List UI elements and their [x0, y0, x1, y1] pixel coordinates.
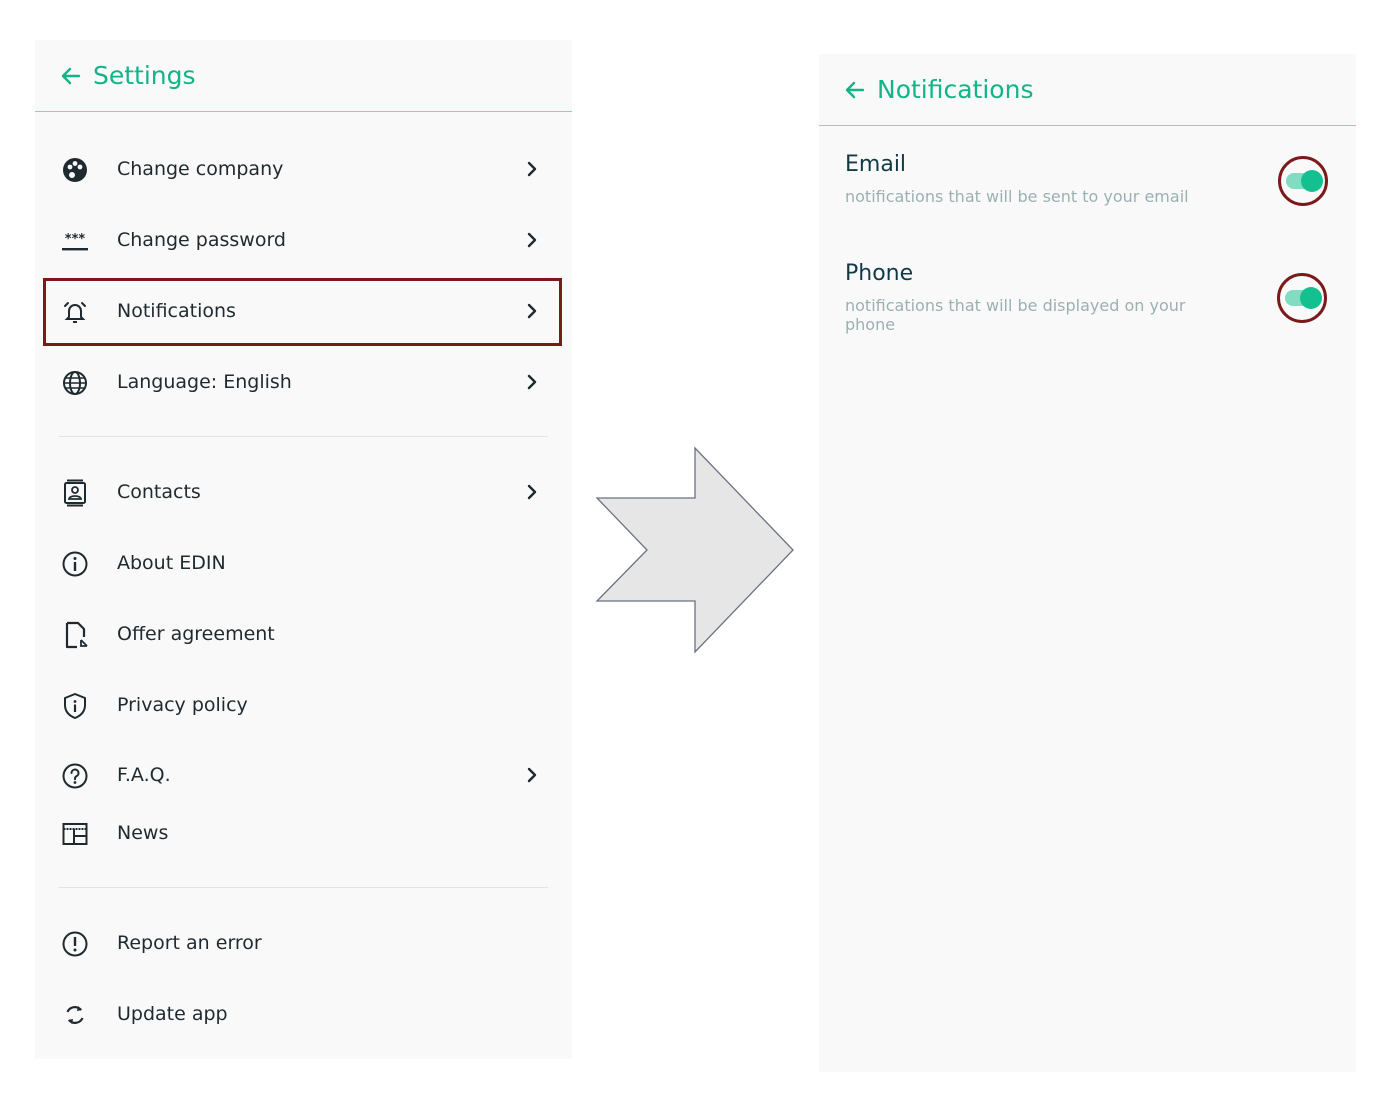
menu-item-change-company[interactable]: Change company: [35, 139, 572, 199]
chevron-right-icon: [522, 764, 542, 786]
menu-item-about[interactable]: About EDIN: [35, 533, 572, 593]
menu-item-label: Notifications: [117, 300, 236, 322]
shield-info-icon: [61, 692, 89, 720]
globe-icon: [61, 369, 89, 397]
menu-item-label: Report an error: [117, 932, 262, 954]
menu-item-language[interactable]: Language: English: [35, 352, 572, 412]
settings-panel: Settings Change company *** Change passw…: [35, 40, 572, 1059]
info-icon: [61, 550, 89, 578]
highlight-ring: [1277, 273, 1327, 323]
notifications-header: Notifications: [819, 54, 1356, 126]
transition-arrow-icon: [595, 446, 794, 654]
newspaper-icon: [61, 820, 89, 848]
menu-item-update-app[interactable]: Update app: [35, 984, 572, 1044]
menu-item-label: Offer agreement: [117, 623, 275, 645]
notifications-panel: Notifications Email notifications that w…: [819, 54, 1356, 1072]
document-link-icon: [61, 621, 89, 649]
notification-option-phone: Phone notifications that will be display…: [845, 261, 1325, 334]
help-circle-icon: [61, 762, 89, 790]
highlight-ring: [1278, 156, 1328, 206]
chevron-right-icon: [522, 158, 542, 180]
menu-item-privacy-policy[interactable]: Privacy policy: [35, 675, 572, 735]
email-toggle[interactable]: [1278, 156, 1328, 206]
chevron-right-icon: [522, 371, 542, 393]
option-description: notifications that will be displayed on …: [845, 296, 1186, 334]
menu-item-change-password[interactable]: *** Change password: [35, 210, 572, 270]
menu-item-report-error[interactable]: Report an error: [35, 913, 572, 973]
page-title: Notifications: [877, 75, 1034, 104]
menu-item-label: Update app: [117, 1003, 228, 1025]
chevron-right-icon: [522, 300, 542, 322]
back-arrow-icon[interactable]: [843, 78, 867, 102]
menu-item-label: Privacy policy: [117, 694, 248, 716]
option-title: Email: [845, 152, 907, 177]
palette-icon: [61, 156, 89, 184]
sync-icon: [61, 1001, 89, 1029]
menu-item-notifications[interactable]: Notifications: [35, 281, 572, 341]
menu-item-news[interactable]: News: [35, 803, 572, 863]
alarm-bell-icon: [61, 298, 89, 326]
chevron-right-icon: [522, 229, 542, 251]
menu-item-offer-agreement[interactable]: Offer agreement: [35, 604, 572, 664]
phone-toggle[interactable]: [1277, 273, 1327, 323]
password-icon: ***: [61, 227, 89, 255]
back-arrow-icon[interactable]: [59, 64, 83, 88]
alert-circle-icon: [61, 930, 89, 958]
notification-option-email: Email notifications that will be sent to…: [845, 152, 1325, 206]
page-title: Settings: [93, 61, 196, 90]
menu-item-faq[interactable]: F.A.Q.: [35, 745, 572, 805]
divider: [59, 887, 548, 888]
menu-item-label: Change company: [117, 158, 284, 180]
menu-item-label: Language: English: [117, 371, 292, 393]
option-description: notifications that will be sent to your …: [845, 187, 1189, 206]
menu-item-label: News: [117, 822, 169, 844]
divider: [59, 436, 548, 437]
settings-header: Settings: [35, 40, 572, 112]
svg-text:***: ***: [65, 232, 86, 247]
menu-item-label: About EDIN: [117, 552, 226, 574]
chevron-right-icon: [522, 481, 542, 503]
option-title: Phone: [845, 261, 914, 286]
menu-item-label: Change password: [117, 229, 286, 251]
menu-item-label: Contacts: [117, 481, 201, 503]
menu-item-label: F.A.Q.: [117, 764, 171, 786]
contacts-icon: [61, 479, 89, 507]
menu-item-contacts[interactable]: Contacts: [35, 462, 572, 522]
